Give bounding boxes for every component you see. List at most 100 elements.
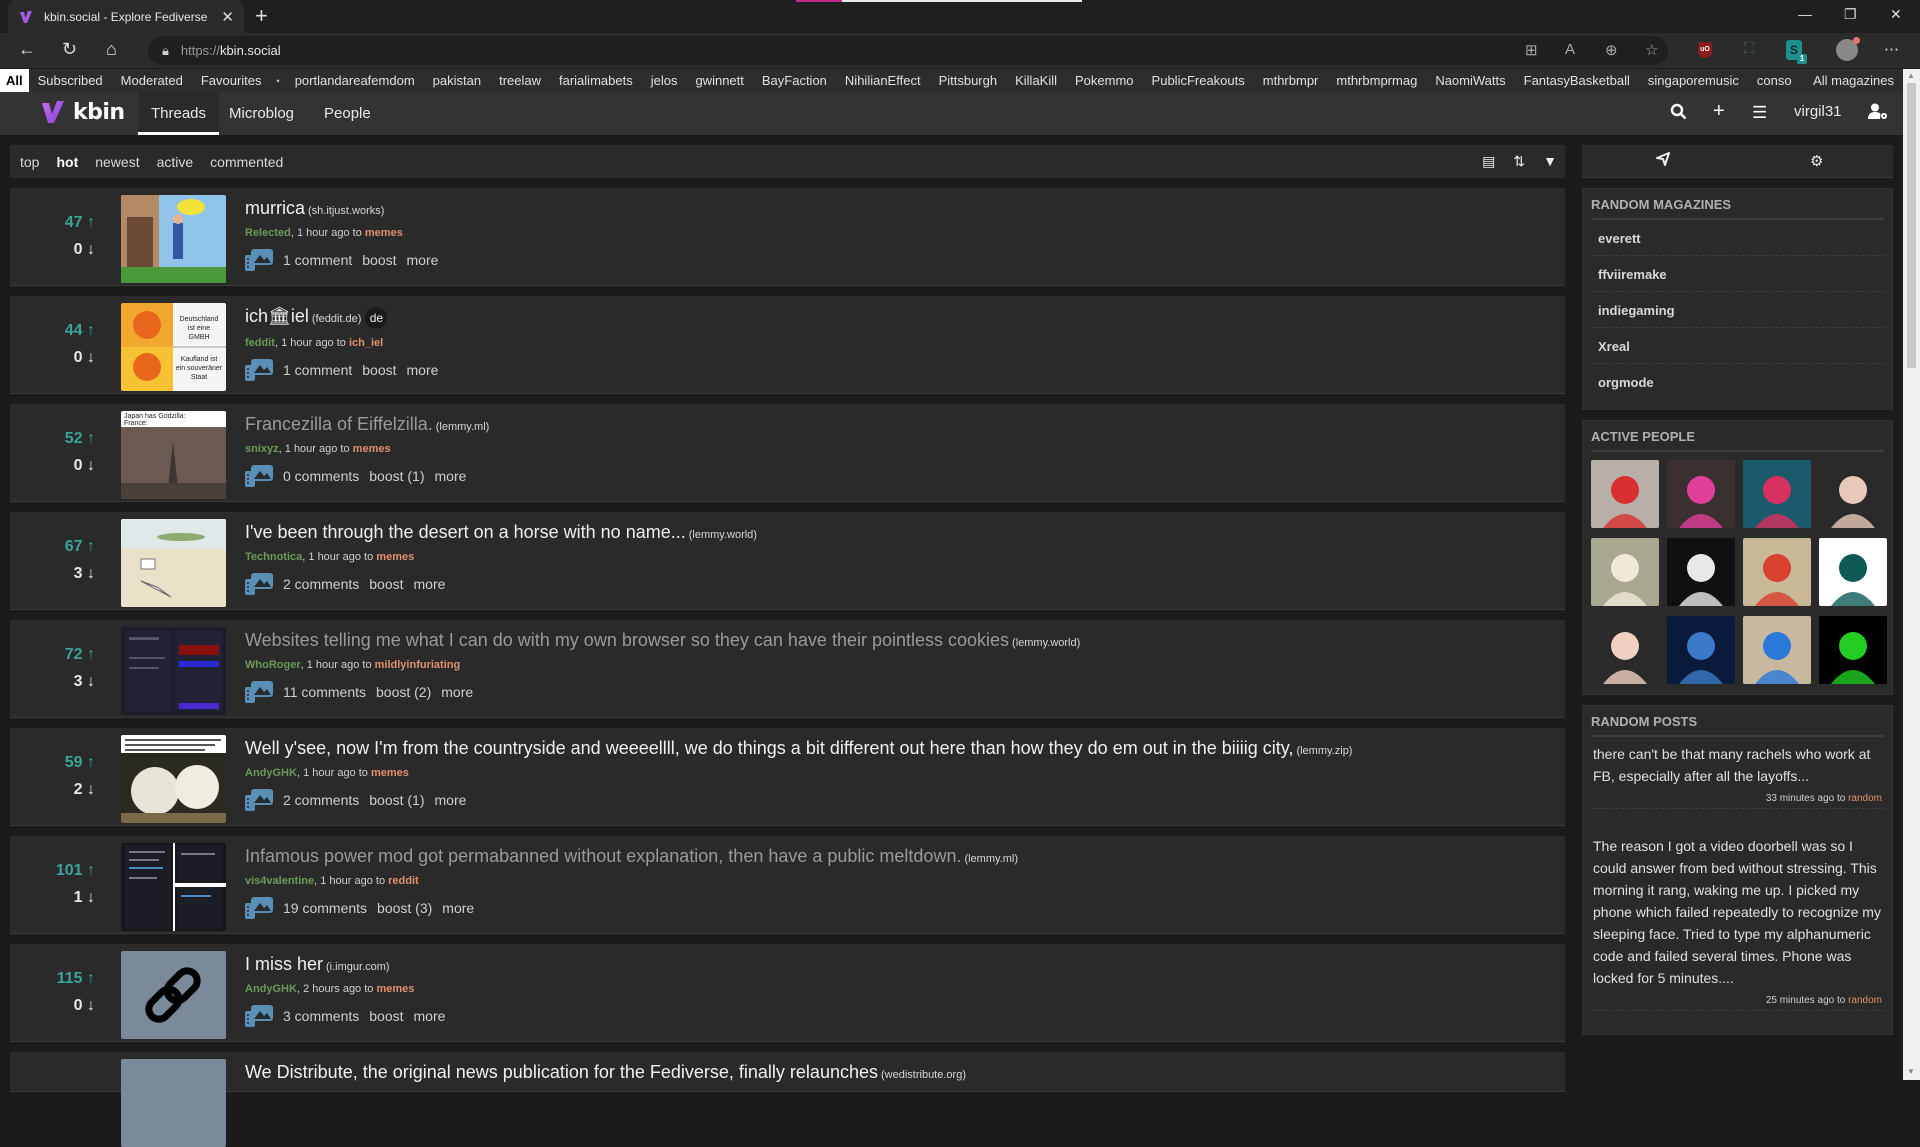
magazine-bar-item[interactable]: Favourites [192, 69, 271, 92]
post-thumbnail[interactable] [121, 195, 226, 283]
post-author-link[interactable]: Technotica [245, 551, 302, 563]
active-person-avatar[interactable] [1819, 616, 1887, 684]
post-author-link[interactable]: vis4valentine [245, 875, 314, 887]
add-icon[interactable]: + [1713, 100, 1725, 123]
scroll-up-icon[interactable]: ▲ [1907, 71, 1915, 80]
split-screen-icon[interactable]: ⊞ [1525, 41, 1538, 59]
more-button[interactable]: more [407, 362, 439, 378]
comments-link[interactable]: 3 comments [283, 1008, 359, 1024]
page-scrollbar[interactable]: ▲ ▼ [1903, 69, 1920, 1080]
zoom-icon[interactable]: ⊕ [1605, 41, 1618, 59]
downvote-button[interactable]: 2 ↓ [74, 781, 95, 799]
close-window-icon[interactable]: ✕ [1890, 6, 1902, 23]
post-domain[interactable]: (i.imgur.com) [326, 961, 390, 973]
random-post-text[interactable]: The reason I got a video doorbell was so… [1591, 829, 1884, 989]
magazine-bar-item[interactable]: pakistan [424, 69, 490, 92]
boost-button[interactable]: boost [362, 252, 396, 268]
post-thumbnail[interactable] [121, 843, 226, 931]
comments-link[interactable]: 1 comment [283, 362, 352, 378]
comments-link[interactable]: 0 comments [283, 468, 359, 484]
magazine-bar-item[interactable]: All [0, 69, 29, 92]
upvote-button[interactable]: 59 ↑ [65, 754, 95, 772]
post-magazine-link[interactable]: reddit [388, 875, 419, 887]
post-author-link[interactable]: Relected [245, 227, 291, 239]
close-tab-icon[interactable]: ✕ [221, 8, 234, 26]
magazine-bar-item[interactable]: mthrbmpr [1254, 69, 1328, 92]
downvote-button[interactable]: 0 ↓ [74, 349, 95, 367]
sort-top[interactable]: top [20, 154, 39, 170]
post-domain[interactable]: (sh.itjust.works) [308, 205, 384, 217]
active-person-avatar[interactable] [1743, 460, 1811, 528]
active-person-avatar[interactable] [1743, 538, 1811, 606]
post-author-link[interactable]: feddit [245, 337, 275, 349]
minimize-icon[interactable]: — [1798, 6, 1812, 22]
post-title-link[interactable]: ich🏛iel (feddit.de) de [245, 306, 1555, 329]
user-settings-icon[interactable] [1868, 103, 1888, 125]
post-magazine-link[interactable]: memes [376, 551, 414, 563]
downvote-button[interactable]: 0 ↓ [74, 997, 95, 1015]
magazine-bar-item[interactable]: PublicFreakouts [1143, 69, 1254, 92]
post-domain[interactable]: (wedistribute.org) [881, 1069, 966, 1081]
post-title-link[interactable]: Websites telling me what I can do with m… [245, 630, 1555, 651]
post-domain[interactable]: (lemmy.ml) [964, 853, 1018, 865]
more-button[interactable]: more [442, 900, 474, 916]
downvote-button[interactable]: 3 ↓ [74, 673, 95, 691]
more-button[interactable]: more [435, 468, 467, 484]
search-icon[interactable] [1670, 103, 1687, 125]
post-author-link[interactable]: AndyGHK [245, 983, 297, 995]
tab-threads[interactable]: Threads [138, 92, 220, 135]
more-button[interactable]: more [441, 684, 473, 700]
more-button[interactable]: more [414, 576, 446, 592]
settings-gear-icon[interactable]: ⚙ [1810, 152, 1823, 170]
sort-newest[interactable]: newest [95, 154, 139, 170]
browser-profile-avatar[interactable] [1836, 37, 1860, 61]
read-aloud-icon[interactable]: A [1565, 41, 1575, 58]
random-magazine-link[interactable]: everett [1591, 220, 1884, 256]
boost-button[interactable]: boost (2) [376, 684, 431, 700]
magazine-bar-item[interactable]: Subscribed [29, 69, 112, 92]
comments-link[interactable]: 19 comments [283, 900, 367, 916]
magazine-bar-item[interactable]: Pokemmo [1066, 69, 1143, 92]
tab-microblog[interactable]: Microblog [216, 92, 307, 135]
url-input[interactable]: 🔒︎ https://kbin.social [148, 36, 1668, 65]
browser-tab[interactable]: kbin.social - Explore Fediverse ✕ [8, 0, 244, 33]
active-person-avatar[interactable] [1667, 538, 1735, 606]
post-title-link[interactable]: Infamous power mod got permabanned witho… [245, 846, 1555, 867]
magazine-bar-item[interactable]: mthrbmprmag [1327, 69, 1426, 92]
post-title-link[interactable]: murrica (sh.itjust.works) [245, 198, 1555, 219]
scroll-thumb[interactable] [1907, 83, 1916, 368]
post-thumbnail[interactable] [121, 627, 226, 715]
boost-button[interactable]: boost [362, 362, 396, 378]
post-magazine-link[interactable]: ich_iel [349, 337, 383, 349]
boost-button[interactable]: boost [369, 1008, 403, 1024]
post-magazine-link[interactable]: memes [376, 983, 414, 995]
ublock-extension-icon[interactable]: uO [1698, 42, 1712, 58]
kbin-logo[interactable]: kbin [40, 99, 125, 125]
magazine-bar-item[interactable]: BayFaction [753, 69, 836, 92]
magazine-bar-item[interactable]: FantasyBasketball [1515, 69, 1639, 92]
favorite-star-icon[interactable]: ☆ [1645, 41, 1658, 59]
federation-icon[interactable] [1656, 152, 1670, 170]
post-domain[interactable]: (lemmy.zip) [1296, 745, 1352, 757]
active-person-avatar[interactable] [1591, 616, 1659, 684]
more-button[interactable]: more [414, 1008, 446, 1024]
post-thumbnail[interactable] [121, 735, 226, 823]
magazine-bar-item[interactable]: NihilianEffect [836, 69, 930, 92]
upvote-button[interactable]: 47 ↑ [65, 214, 95, 232]
upvote-button[interactable]: 115 ↑ [57, 970, 95, 988]
active-person-avatar[interactable] [1819, 460, 1887, 528]
downvote-button[interactable]: 0 ↓ [74, 457, 95, 475]
post-domain[interactable]: (feddit.de) [312, 313, 362, 325]
post-thumbnail[interactable]: Japan has Godzilla: France: [121, 411, 226, 499]
post-domain[interactable]: (lemmy.world) [689, 529, 757, 541]
downvote-button[interactable]: 0 ↓ [74, 241, 95, 259]
post-title-link[interactable]: I've been through the desert on a horse … [245, 522, 1555, 543]
downvote-button[interactable]: 3 ↓ [74, 565, 95, 583]
reload-icon[interactable]: ↻ [62, 39, 77, 60]
new-tab-button[interactable]: + [255, 3, 268, 29]
sort-order-icon[interactable]: ⇅ [1513, 153, 1525, 170]
comments-link[interactable]: 11 comments [283, 684, 366, 700]
active-person-avatar[interactable] [1591, 538, 1659, 606]
random-magazine-link[interactable]: ffviiremake [1591, 256, 1884, 292]
random-magazine-link[interactable]: indiegaming [1591, 292, 1884, 328]
